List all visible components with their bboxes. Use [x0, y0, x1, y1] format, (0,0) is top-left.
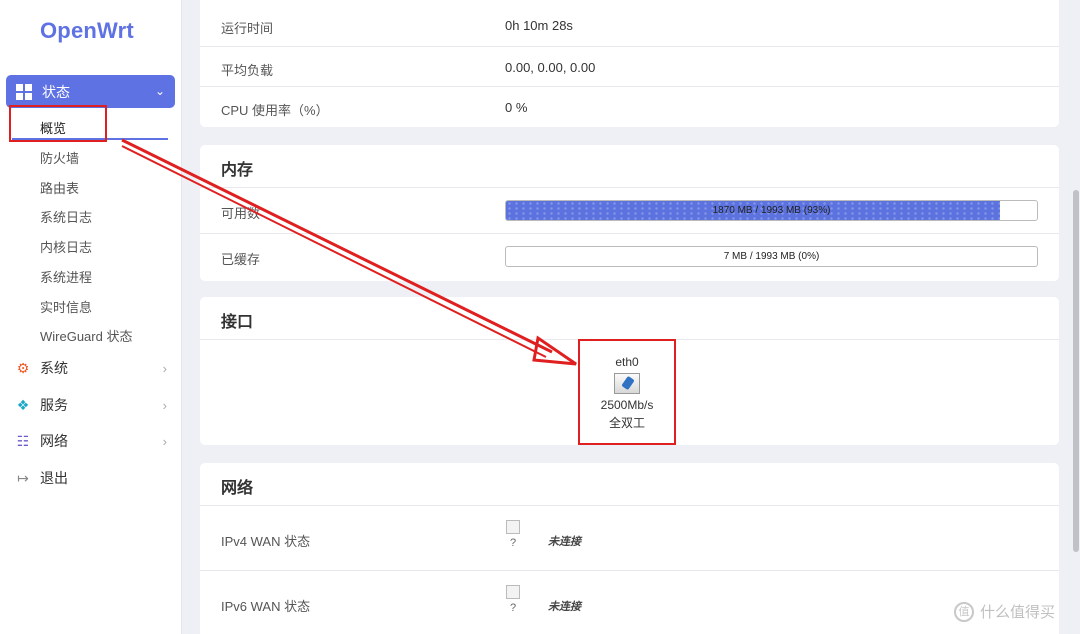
annotation-arrow [121, 138, 577, 366]
arrow-shaft [121, 138, 553, 354]
page-scrollbar[interactable] [1073, 190, 1079, 552]
arrow-shaft-inner [121, 145, 547, 358]
watermark-text: 什么值得买 [980, 604, 1056, 621]
arrow-head [532, 335, 577, 366]
watermark: 值 什么值得买 [954, 601, 1055, 622]
watermark-logo-icon: 值 [954, 601, 974, 622]
